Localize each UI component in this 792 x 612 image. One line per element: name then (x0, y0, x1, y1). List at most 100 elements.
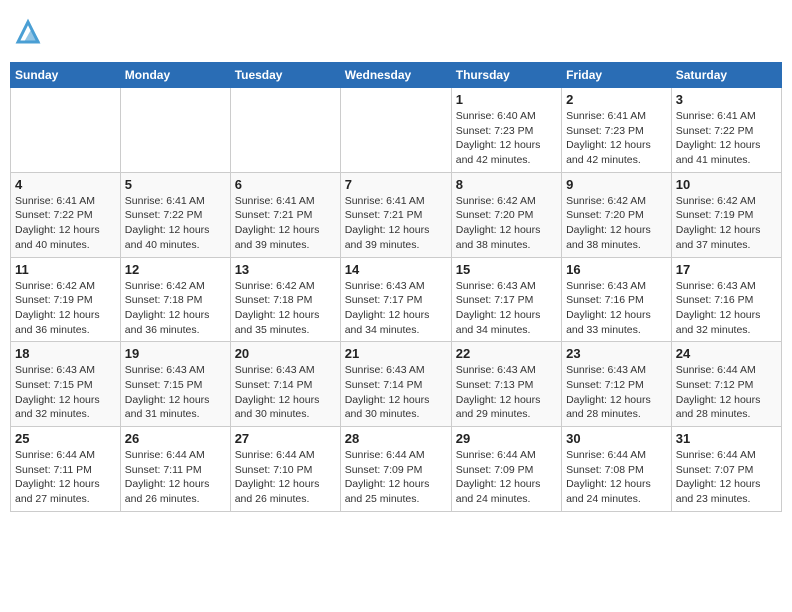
day-info: Sunrise: 6:44 AMSunset: 7:09 PMDaylight:… (345, 448, 447, 507)
day-number: 11 (15, 262, 116, 277)
calendar-cell: 23 Sunrise: 6:43 AMSunset: 7:12 PMDayligh… (562, 342, 672, 427)
day-info: Sunrise: 6:43 AMSunset: 7:15 PMDaylight:… (125, 363, 226, 422)
day-info: Sunrise: 6:42 AMSunset: 7:20 PMDaylight:… (566, 194, 667, 253)
calendar-cell: 2 Sunrise: 6:41 AMSunset: 7:23 PMDaylight… (562, 88, 672, 173)
weekday-header-sunday: Sunday (11, 63, 121, 88)
calendar-cell: 20 Sunrise: 6:43 AMSunset: 7:14 PMDayligh… (230, 342, 340, 427)
day-number: 10 (676, 177, 777, 192)
day-info: Sunrise: 6:43 AMSunset: 7:12 PMDaylight:… (566, 363, 667, 422)
calendar-cell (120, 88, 230, 173)
calendar-week-3: 11 Sunrise: 6:42 AMSunset: 7:19 PMDayligh… (11, 257, 782, 342)
day-number: 21 (345, 346, 447, 361)
logo (14, 18, 44, 46)
calendar-cell: 18 Sunrise: 6:43 AMSunset: 7:15 PMDayligh… (11, 342, 121, 427)
day-info: Sunrise: 6:41 AMSunset: 7:23 PMDaylight:… (566, 109, 667, 168)
day-info: Sunrise: 6:42 AMSunset: 7:19 PMDaylight:… (15, 279, 116, 338)
calendar-cell: 29 Sunrise: 6:44 AMSunset: 7:09 PMDayligh… (451, 427, 561, 512)
day-number: 13 (235, 262, 336, 277)
day-info: Sunrise: 6:44 AMSunset: 7:10 PMDaylight:… (235, 448, 336, 507)
weekday-header-friday: Friday (562, 63, 672, 88)
calendar-cell: 8 Sunrise: 6:42 AMSunset: 7:20 PMDaylight… (451, 172, 561, 257)
calendar-header: SundayMondayTuesdayWednesdayThursdayFrid… (11, 63, 782, 88)
calendar-cell: 25Sunrise: 6:44 AMSunset: 7:11 PMDayligh… (11, 427, 121, 512)
calendar-body: 1 Sunrise: 6:40 AMSunset: 7:23 PMDaylight… (11, 88, 782, 512)
calendar-cell: 6Sunrise: 6:41 AMSunset: 7:21 PMDaylight… (230, 172, 340, 257)
day-number: 20 (235, 346, 336, 361)
page-header (10, 10, 782, 54)
calendar-cell: 5 Sunrise: 6:41 AMSunset: 7:22 PMDaylight… (120, 172, 230, 257)
day-number: 5 (125, 177, 226, 192)
calendar-cell: 21Sunrise: 6:43 AMSunset: 7:14 PMDayligh… (340, 342, 451, 427)
day-number: 9 (566, 177, 667, 192)
calendar-week-5: 25 Sunrise: 6:44 AMSunset: 7:11 PMDayligh… (11, 427, 782, 512)
day-info: Sunrise: 6:44 AMSunset: 7:12 PMDaylight:… (676, 363, 777, 422)
day-number: 27 (235, 431, 336, 446)
day-number: 1 (456, 92, 557, 107)
calendar-cell: 28 Sunrise: 6:44 AMSunset: 7:09 PMDayligh… (340, 427, 451, 512)
day-number: 24 (676, 346, 777, 361)
calendar-cell: 7 Sunrise: 6:41 AMSunset: 7:21 PMDaylight… (340, 172, 451, 257)
day-info: Sunrise: 6:44 AMSunset: 7:07 PMDaylight:… (676, 448, 777, 507)
day-info: Sunrise: 6:42 AMSunset: 7:18 PMDaylight:… (125, 279, 226, 338)
day-info: Sunrise: 6:41 AMSunset: 7:22 PMDaylight:… (125, 194, 226, 253)
calendar-cell: 9 Sunrise: 6:42 AMSunset: 7:20 PMDaylight… (562, 172, 672, 257)
calendar-cell: 31 Sunrise: 6:44 AMSunset: 7:07 PMDayligh… (671, 427, 781, 512)
calendar-cell: 1 Sunrise: 6:40 AMSunset: 7:23 PMDaylight… (451, 88, 561, 173)
day-number: 8 (456, 177, 557, 192)
day-number: 22 (456, 346, 557, 361)
day-info: Sunrise: 6:43 AMSunset: 7:15 PMDaylight:… (15, 363, 116, 422)
calendar-cell: 24 Sunrise: 6:44 AMSunset: 7:12 PMDayligh… (671, 342, 781, 427)
day-number: 28 (345, 431, 447, 446)
day-info: Sunrise: 6:44 AMSunset: 7:08 PMDaylight:… (566, 448, 667, 507)
calendar-week-1: 1 Sunrise: 6:40 AMSunset: 7:23 PMDaylight… (11, 88, 782, 173)
calendar-cell (340, 88, 451, 173)
day-number: 14 (345, 262, 447, 277)
day-number: 29 (456, 431, 557, 446)
calendar-cell: 17Sunrise: 6:43 AMSunset: 7:16 PMDayligh… (671, 257, 781, 342)
weekday-header-tuesday: Tuesday (230, 63, 340, 88)
day-info: Sunrise: 6:43 AMSunset: 7:16 PMDaylight:… (566, 279, 667, 338)
calendar-cell: 26Sunrise: 6:44 AMSunset: 7:11 PMDayligh… (120, 427, 230, 512)
calendar-week-2: 4 Sunrise: 6:41 AMSunset: 7:22 PMDaylight… (11, 172, 782, 257)
day-number: 3 (676, 92, 777, 107)
day-info: Sunrise: 6:44 AMSunset: 7:09 PMDaylight:… (456, 448, 557, 507)
day-number: 25 (15, 431, 116, 446)
calendar-cell: 16Sunrise: 6:43 AMSunset: 7:16 PMDayligh… (562, 257, 672, 342)
day-info: Sunrise: 6:42 AMSunset: 7:20 PMDaylight:… (456, 194, 557, 253)
day-number: 17 (676, 262, 777, 277)
weekday-header-monday: Monday (120, 63, 230, 88)
calendar-cell: 14 Sunrise: 6:43 AMSunset: 7:17 PMDayligh… (340, 257, 451, 342)
weekday-row: SundayMondayTuesdayWednesdayThursdayFrid… (11, 63, 782, 88)
day-info: Sunrise: 6:40 AMSunset: 7:23 PMDaylight:… (456, 109, 557, 168)
day-info: Sunrise: 6:43 AMSunset: 7:13 PMDaylight:… (456, 363, 557, 422)
day-info: Sunrise: 6:43 AMSunset: 7:14 PMDaylight:… (235, 363, 336, 422)
calendar-cell: 4Sunrise: 6:41 AMSunset: 7:22 PMDaylight… (11, 172, 121, 257)
calendar-cell: 11 Sunrise: 6:42 AMSunset: 7:19 PMDayligh… (11, 257, 121, 342)
calendar-cell: 27 Sunrise: 6:44 AMSunset: 7:10 PMDayligh… (230, 427, 340, 512)
day-info: Sunrise: 6:41 AMSunset: 7:22 PMDaylight:… (676, 109, 777, 168)
calendar-cell: 13 Sunrise: 6:42 AMSunset: 7:18 PMDayligh… (230, 257, 340, 342)
day-number: 7 (345, 177, 447, 192)
day-info: Sunrise: 6:44 AMSunset: 7:11 PMDaylight:… (125, 448, 226, 507)
calendar-week-4: 18 Sunrise: 6:43 AMSunset: 7:15 PMDayligh… (11, 342, 782, 427)
day-number: 15 (456, 262, 557, 277)
calendar-cell (11, 88, 121, 173)
day-number: 4 (15, 177, 116, 192)
day-number: 31 (676, 431, 777, 446)
weekday-header-saturday: Saturday (671, 63, 781, 88)
logo-icon (14, 18, 42, 46)
calendar-cell: 19Sunrise: 6:43 AMSunset: 7:15 PMDayligh… (120, 342, 230, 427)
day-number: 2 (566, 92, 667, 107)
calendar-cell: 15Sunrise: 6:43 AMSunset: 7:17 PMDayligh… (451, 257, 561, 342)
day-number: 30 (566, 431, 667, 446)
day-number: 23 (566, 346, 667, 361)
calendar-cell: 30 Sunrise: 6:44 AMSunset: 7:08 PMDayligh… (562, 427, 672, 512)
day-info: Sunrise: 6:43 AMSunset: 7:17 PMDaylight:… (345, 279, 447, 338)
weekday-header-thursday: Thursday (451, 63, 561, 88)
day-info: Sunrise: 6:42 AMSunset: 7:18 PMDaylight:… (235, 279, 336, 338)
day-info: Sunrise: 6:42 AMSunset: 7:19 PMDaylight:… (676, 194, 777, 253)
calendar-cell: 10 Sunrise: 6:42 AMSunset: 7:19 PMDayligh… (671, 172, 781, 257)
day-number: 18 (15, 346, 116, 361)
day-info: Sunrise: 6:41 AMSunset: 7:21 PMDaylight:… (235, 194, 336, 253)
day-info: Sunrise: 6:41 AMSunset: 7:21 PMDaylight:… (345, 194, 447, 253)
